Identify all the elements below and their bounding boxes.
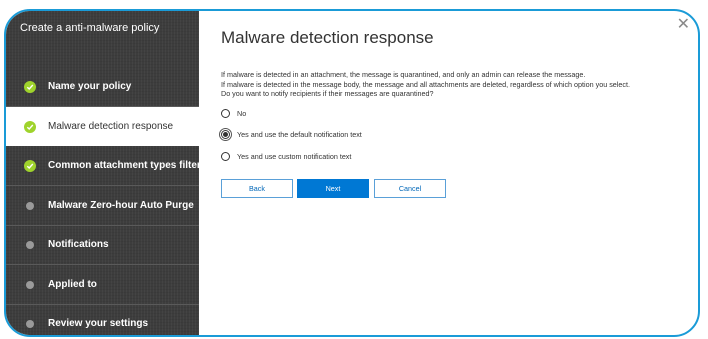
back-button[interactable]: Back	[221, 179, 293, 198]
page-title: Malware detection response	[221, 28, 434, 47]
radio-button-selected[interactable]	[219, 128, 232, 141]
description: If malware is detected in an attachment,…	[221, 70, 691, 99]
option-label: Yes and use the default notification tex…	[237, 130, 362, 139]
wizard-title: Create a anti-malware policy	[20, 22, 160, 34]
cancel-button[interactable]: Cancel	[374, 179, 446, 198]
step-label: Malware Zero-hour Auto Purge	[48, 200, 194, 211]
step-notifications[interactable]: Notifications	[6, 225, 199, 264]
option-custom-notification[interactable]: Yes and use custom notification text	[221, 152, 351, 161]
step-malware-zero-hour-auto-purge[interactable]: Malware Zero-hour Auto Purge	[6, 186, 199, 225]
wizard-sidebar: Create a anti-malware policy Name your p…	[6, 11, 201, 335]
close-icon[interactable]: ✕	[677, 17, 690, 33]
step-review-your-settings[interactable]: Review your settings	[6, 304, 199, 335]
description-line: If malware is detected in an attachment,…	[221, 70, 586, 79]
check-icon	[24, 120, 36, 133]
option-label: Yes and use custom notification text	[237, 152, 352, 161]
step-label: Malware detection response	[48, 121, 174, 132]
step-label: Name your policy	[48, 81, 132, 92]
check-icon	[24, 159, 36, 172]
dialog-frame: Create a anti-malware policy Name your p…	[4, 9, 700, 337]
description-line: Do you want to notify recipients if thei…	[221, 89, 434, 98]
step-dot-icon	[26, 280, 34, 289]
step-dot-icon	[26, 240, 34, 249]
option-default-notification[interactable]: Yes and use the default notification tex…	[219, 128, 362, 141]
radio-button[interactable]	[221, 109, 230, 118]
description-line: If malware is detected in the message bo…	[221, 79, 630, 89]
step-dot-icon	[26, 319, 34, 328]
step-applied-to[interactable]: Applied to	[6, 265, 199, 304]
main-panel: ✕ Malware detection response If malware …	[199, 11, 698, 335]
radio-button[interactable]	[221, 152, 230, 161]
step-label: Notifications	[48, 239, 109, 250]
step-label: Common attachment types filter	[48, 160, 201, 171]
option-label: No	[237, 109, 247, 118]
step-malware-detection-response[interactable]: Malware detection response	[6, 107, 199, 146]
step-common-attachment-types-filter[interactable]: Common attachment types filter	[6, 146, 201, 185]
check-icon	[24, 80, 36, 93]
step-label: Review your settings	[48, 318, 149, 329]
step-label: Applied to	[48, 279, 97, 290]
option-no[interactable]: No	[221, 109, 246, 118]
step-name-your-policy[interactable]: Name your policy	[6, 67, 199, 106]
step-dot-icon	[26, 201, 34, 210]
next-button[interactable]: Next	[297, 179, 369, 198]
